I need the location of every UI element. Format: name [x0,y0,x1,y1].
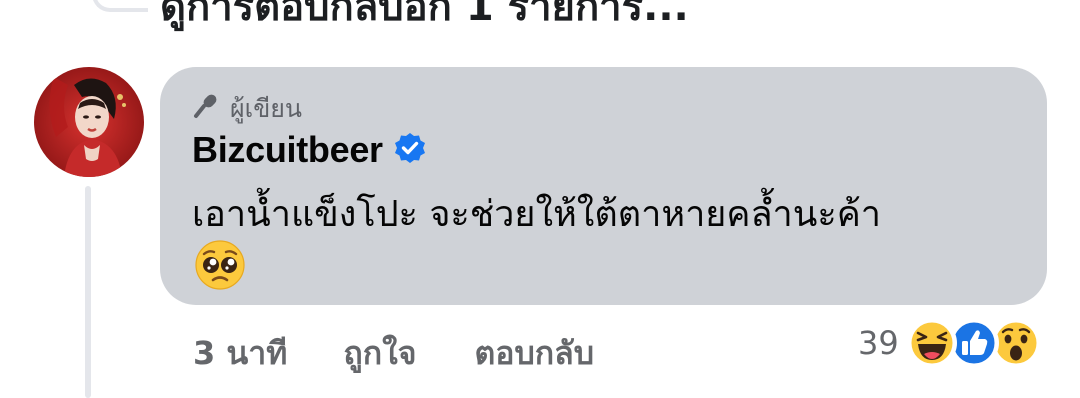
comment-actions: 3 นาที ถูกใจ ตอบกลับ [193,328,594,379]
avatar-image [34,67,144,177]
author-name[interactable]: Bizcuitbeer [192,129,383,171]
reactions-summary[interactable]: 39 [858,318,1043,368]
pleading-face-emoji [194,239,246,291]
comment-bubble: ผู้เขียน Bizcuitbeer เอาน้ำแข็งโปะ จะช่ว… [160,67,1047,305]
author-badge-label: ผู้เขียน [230,94,303,123]
avatar[interactable] [34,67,144,177]
haha-icon [906,318,957,368]
reaction-count: 39 [858,324,899,362]
author-row: Bizcuitbeer [192,129,427,171]
thread-line [85,186,91,398]
reply-button[interactable]: ตอบกลับ [474,328,594,379]
verified-badge-icon [393,131,427,169]
comment-timestamp[interactable]: 3 นาที [193,328,287,379]
like-button[interactable]: ถูกใจ [343,328,416,379]
microphone-icon [192,92,220,126]
reply-connector-line [92,0,148,12]
author-badge: ผู้เขียน [192,89,302,129]
view-more-replies-link[interactable]: ดูการตอบกลับอีก 1 รายการ... [160,0,689,38]
reaction-icons [906,318,1043,368]
comment-text: เอาน้ำแข็งโปะ จะช่วยให้ใต้ตาหายคล้ำนะค้า [192,194,881,235]
comment-thread: ดูการตอบกลับอีก 1 รายการ... ผู้เขียน Biz… [0,0,1080,398]
